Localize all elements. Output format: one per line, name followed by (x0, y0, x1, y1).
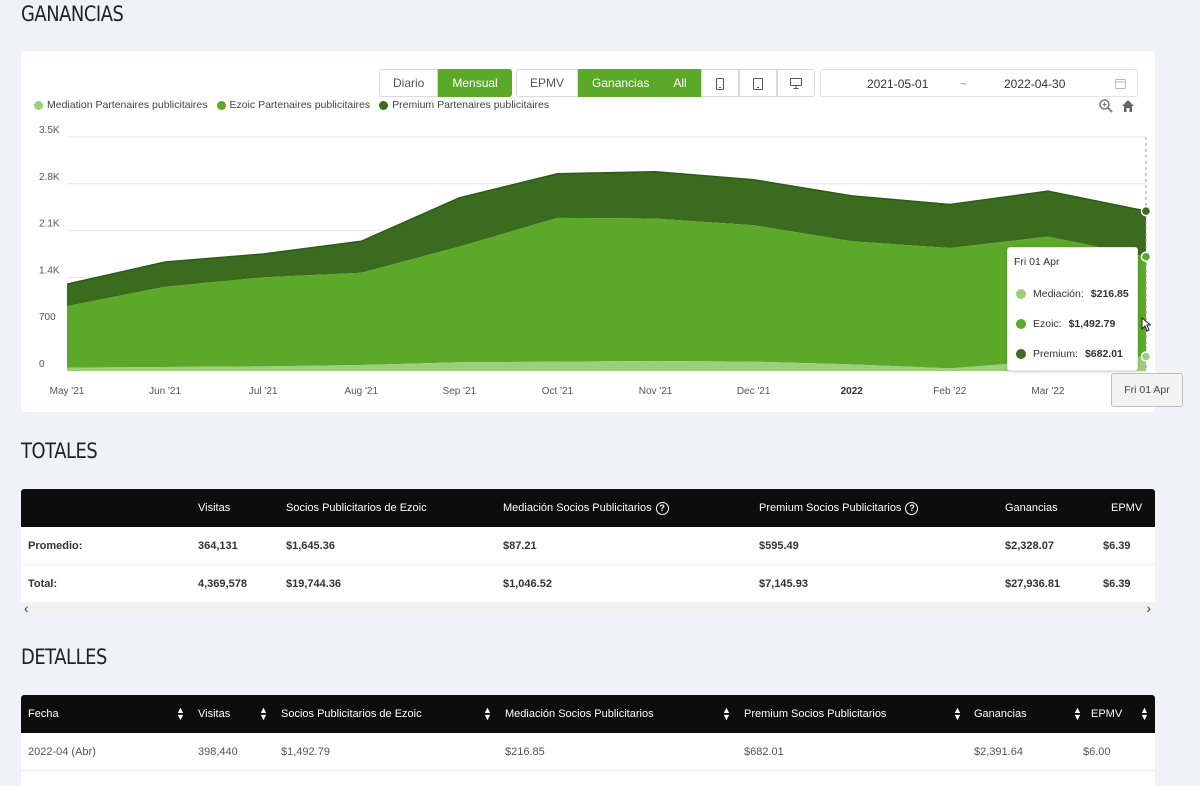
tooltip-value: $216.85 (1090, 288, 1129, 300)
tooltip-value: $1,492.79 (1068, 318, 1116, 330)
earnings-area-chart: 0 700 1.4K 2.1K 2.8K 3.5K May '21 Jun '21 Jul '2… (39, 125, 1152, 397)
cell-visits: 398,440 (198, 745, 238, 758)
header-mediation: Mediación Socios Publicitarios? (503, 489, 669, 527)
cell-earnings: $2,328.07 (1005, 539, 1054, 552)
cell-date: 2022-04 (Abr) (28, 745, 96, 758)
chart-tooltip: Fri 01 Apr Mediación: $216.85 Ezoic: $1,… (1007, 247, 1138, 371)
sort-icon[interactable]: ▲ ▼ (1073, 706, 1082, 722)
tooltip-label: Premium: (1033, 348, 1078, 360)
header-mediation[interactable]: Mediación Socios Publicitarios (505, 695, 654, 733)
tooltip-label: Ezoic: (1033, 318, 1062, 330)
sort-icon[interactable]: ▲ ▼ (483, 706, 492, 722)
tooltip-row-ezoic: Ezoic: $1,492.79 (1016, 318, 1115, 330)
cell-ezoic: $1,492.79 (281, 745, 330, 758)
y-tick-label: 2.1K (39, 219, 60, 230)
x-tick-label: Jun '21 (149, 386, 181, 397)
table-row: 2022-04 (Abr) 398,440 $1,492.79 $216.85 … (21, 733, 1155, 771)
header-earnings: Ganancias (1005, 502, 1058, 514)
tooltip-title: Fri 01 Apr (1014, 256, 1060, 268)
y-tick-label: 3.5K (39, 125, 60, 136)
x-tick-label: Nov '21 (639, 386, 673, 397)
cell-visits: 4,369,578 (198, 578, 247, 590)
cell-premium: $682.01 (744, 745, 784, 758)
header-visits[interactable]: Visitas (198, 695, 230, 733)
sort-icon[interactable]: ▲ ▼ (259, 706, 268, 722)
earnings-chart-card: Diario Mensual EPMV Ganancias All 2021-0… (21, 51, 1155, 412)
scroll-left-arrow[interactable]: ‹ (24, 600, 29, 616)
tooltip-dot (1016, 289, 1026, 299)
tooltip-row-mediation: Mediación: $216.85 (1016, 288, 1129, 300)
cell-epmv: $6.39 (1103, 539, 1131, 552)
y-tick-label: 700 (39, 312, 56, 323)
header-premium-label: Premium Socios Publicitarios (759, 502, 902, 514)
hover-marker (1140, 251, 1152, 262)
x-tick-label: Aug '21 (344, 386, 378, 397)
tooltip-dot (1016, 349, 1026, 359)
cell-premium: $595.49 (759, 539, 799, 552)
header-ezoic[interactable]: Socios Publicitarios de Ezoic (281, 695, 422, 733)
header-visits: Visitas (198, 502, 231, 514)
totals-table: Visitas Socios Publicitarios de Ezoic Me… (21, 489, 1155, 603)
y-tick-label: 2.8K (39, 172, 60, 183)
table-row: Total: 4,369,578 $19,744.36 $1,046.52 $7… (21, 565, 1155, 603)
header-premium: Premium Socios Publicitarios? (759, 489, 919, 527)
hover-marker (1140, 205, 1152, 217)
header-mediation-label: Mediación Socios Publicitarios (503, 502, 652, 514)
x-tick-label: Oct '21 (542, 386, 574, 397)
y-tick-label: 0 (39, 359, 45, 370)
zoom-icon[interactable] (1099, 99, 1113, 113)
help-icon[interactable]: ? (655, 501, 669, 515)
tooltip-label: Mediación: (1033, 288, 1084, 300)
tooltip-value: $682.01 (1084, 348, 1123, 360)
cell-ezoic: $1,645.36 (286, 539, 335, 552)
home-icon[interactable] (1121, 99, 1135, 113)
totales-title: TOTALES (21, 439, 98, 463)
cell-mediation: $87.21 (503, 539, 537, 552)
cell-earnings: $2,391.64 (974, 745, 1023, 758)
header-epmv: EPMV (1111, 502, 1143, 514)
x-tick-label: Feb '22 (933, 386, 966, 397)
help-icon[interactable]: ? (905, 501, 919, 515)
cell-visits: 364,131 (198, 539, 238, 552)
cell-epmv: $6.39 (1103, 578, 1131, 590)
x-axis-crosshair-label: Fri 01 Apr (1111, 373, 1183, 407)
header-ezoic: Socios Publicitarios de Ezoic (286, 502, 427, 514)
x-tick-label: Dec '21 (737, 386, 771, 397)
details-table: Fecha ▲ ▼ Visitas ▲ ▼ Socios Publicitarios… (21, 695, 1155, 786)
row-label: Promedio: (28, 539, 83, 552)
sort-icon[interactable]: ▲ ▼ (176, 706, 185, 722)
x-tick-label: 2022 (841, 386, 864, 397)
sort-icon[interactable]: ▲ ▼ (1140, 706, 1149, 722)
mouse-cursor-icon (1141, 317, 1151, 332)
y-tick-label: 1.4K (39, 265, 60, 276)
header-epmv[interactable]: EPMV (1091, 695, 1122, 733)
header-premium[interactable]: Premium Socios Publicitarios (744, 695, 886, 733)
cell-mediation: $1,046.52 (503, 578, 552, 590)
header-earnings[interactable]: Ganancias (974, 695, 1027, 733)
x-tick-label: Mar '22 (1031, 386, 1064, 397)
header-date[interactable]: Fecha (28, 695, 59, 733)
cell-ezoic: $19,744.36 (286, 578, 342, 590)
cell-premium: $7,145.93 (759, 578, 808, 590)
cell-mediation: $216.85 (505, 745, 545, 758)
chart-tools (1099, 99, 1135, 113)
table-row: Promedio: 364,131 $1,645.36 $87.21 $595.… (21, 527, 1155, 565)
details-table-header: Fecha ▲ ▼ Visitas ▲ ▼ Socios Publicitarios… (21, 695, 1155, 733)
scroll-right-arrow[interactable]: › (1146, 600, 1151, 616)
sort-icon[interactable]: ▲ ▼ (722, 706, 731, 722)
cell-earnings: $27,936.81 (1005, 578, 1061, 590)
ganancias-title: GANANCIAS (21, 2, 124, 26)
tooltip-row-premium: Premium: $682.01 (1016, 348, 1123, 360)
sort-icon[interactable]: ▲ ▼ (953, 706, 962, 722)
cell-epmv: $6.00 (1083, 745, 1111, 758)
detalles-title: DETALLES (21, 645, 107, 669)
totals-table-header: Visitas Socios Publicitarios de Ezoic Me… (21, 489, 1155, 527)
hover-marker (1140, 351, 1152, 362)
row-label: Total: (28, 578, 58, 590)
tooltip-dot (1016, 319, 1026, 329)
x-tick-label: May '21 (50, 386, 85, 397)
x-tick-label: Sep '21 (443, 386, 477, 397)
x-tick-label: Jul '21 (249, 386, 278, 397)
horizontal-scrollbar[interactable]: ‹ › (21, 600, 1155, 616)
